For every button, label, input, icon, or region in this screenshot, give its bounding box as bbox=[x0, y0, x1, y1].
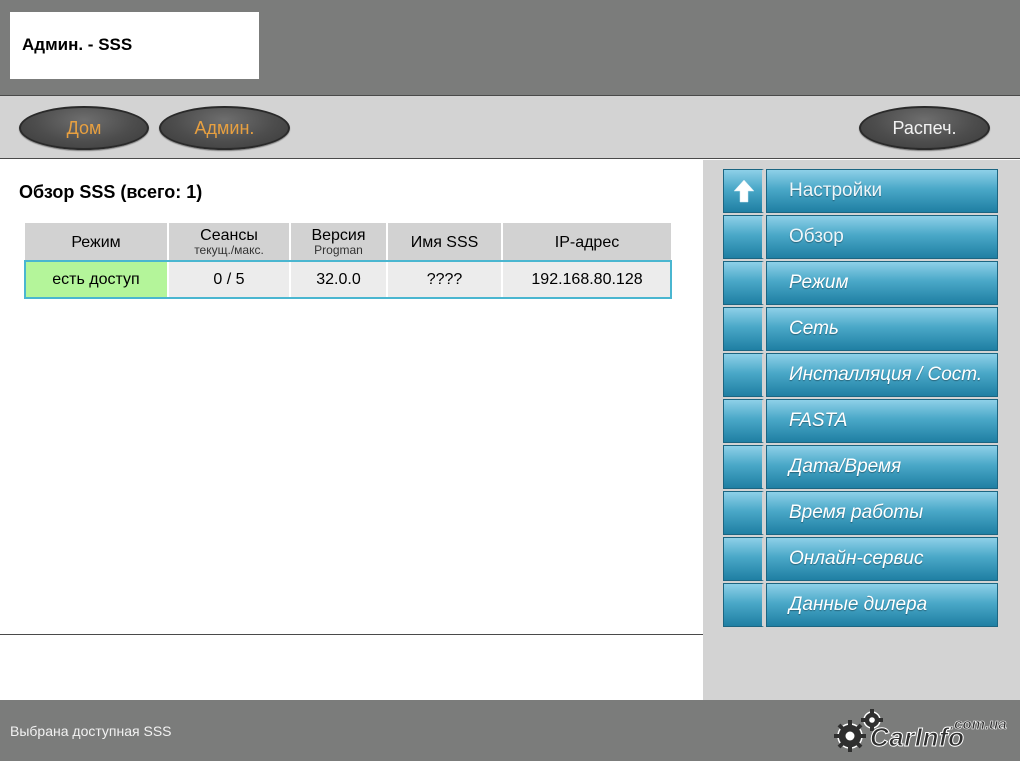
column-header-sessions: Сеансы текущ./макс. bbox=[168, 223, 291, 261]
menu-icon-box[interactable] bbox=[723, 307, 764, 351]
column-header-version: Версия Progman bbox=[290, 223, 388, 261]
page-title: Админ. - SSS bbox=[22, 35, 133, 54]
menu-icon-box[interactable] bbox=[723, 261, 764, 305]
status-bar: Выбрана доступная SSS .com.ua CarInfo bbox=[0, 700, 1020, 761]
status-text: Выбрана доступная SSS bbox=[10, 723, 172, 739]
menu-icon-box[interactable] bbox=[723, 169, 764, 213]
menu-label-settings[interactable]: Настройки bbox=[766, 169, 998, 213]
menu-item-mode[interactable]: Режим bbox=[723, 261, 998, 305]
menu-label-datetime[interactable]: Дата/Время bbox=[766, 445, 998, 489]
menu-label-network[interactable]: Сеть bbox=[766, 307, 998, 351]
menu-icon-box[interactable] bbox=[723, 399, 764, 443]
column-header-label: IP-адрес bbox=[554, 233, 620, 251]
cell-sessions: 0 / 5 bbox=[168, 261, 291, 298]
menu-label-overview[interactable]: Обзор bbox=[766, 215, 998, 259]
column-header-mode: Режим bbox=[25, 223, 169, 261]
menu-label-online-service[interactable]: Онлайн-сервис bbox=[766, 537, 998, 581]
menu-item-online-service[interactable]: Онлайн-сервис bbox=[723, 537, 998, 581]
cell-name: ???? bbox=[387, 261, 503, 298]
table-header-row: Режим Сеансы текущ./макс. Версия Progman… bbox=[25, 223, 671, 261]
column-header-name: Имя SSS bbox=[387, 223, 503, 261]
menu-label-installation[interactable]: Инсталляция / Сост. bbox=[766, 353, 998, 397]
logo-text: CarInfo bbox=[870, 722, 965, 753]
column-header-label: Сеансы bbox=[200, 227, 258, 244]
column-header-label: Версия bbox=[311, 227, 366, 244]
menu-icon-box[interactable] bbox=[723, 537, 764, 581]
column-header-sublabel: Progman bbox=[314, 243, 363, 257]
cell-ip: 192.168.80.128 bbox=[502, 261, 671, 298]
settings-menu: Настройки Обзор Режим Сеть Инсталляция /… bbox=[703, 160, 1020, 700]
nav-bar: Дом Админ. Распеч. bbox=[0, 95, 1020, 159]
menu-label-work-time[interactable]: Время работы bbox=[766, 491, 998, 535]
print-button[interactable]: Распеч. bbox=[859, 106, 990, 150]
table-row[interactable]: есть доступ 0 / 5 32.0.0 ???? 192.168.80… bbox=[24, 260, 672, 299]
admin-button[interactable]: Админ. bbox=[159, 106, 290, 150]
cell-mode: есть доступ bbox=[25, 261, 169, 298]
menu-icon-box[interactable] bbox=[723, 353, 764, 397]
content-divider bbox=[0, 634, 703, 635]
menu-label-mode[interactable]: Режим bbox=[766, 261, 998, 305]
menu-label-fasta[interactable]: FASTA bbox=[766, 399, 998, 443]
cell-version: 32.0.0 bbox=[290, 261, 388, 298]
column-header-ip: IP-адрес bbox=[502, 223, 671, 261]
menu-icon-box[interactable] bbox=[723, 491, 764, 535]
carinfo-logo: .com.ua CarInfo bbox=[832, 706, 1014, 756]
menu-item-work-time[interactable]: Время работы bbox=[723, 491, 998, 535]
main-content: Обзор SSS (всего: 1) Режим Сеансы текущ.… bbox=[0, 160, 703, 635]
menu-item-overview[interactable]: Обзор bbox=[723, 215, 998, 259]
overview-heading: Обзор SSS (всего: 1) bbox=[19, 182, 203, 202]
menu-icon-box[interactable] bbox=[723, 445, 764, 489]
menu-icon-box[interactable] bbox=[723, 215, 764, 259]
title-box: Админ. - SSS bbox=[10, 12, 259, 79]
menu-item-dealer-data[interactable]: Данные дилера bbox=[723, 583, 998, 627]
column-header-label: Режим bbox=[71, 233, 121, 251]
title-bar: Админ. - SSS bbox=[0, 0, 1020, 95]
up-arrow-icon bbox=[733, 179, 755, 203]
menu-item-network[interactable]: Сеть bbox=[723, 307, 998, 351]
column-header-sublabel: текущ./макс. bbox=[194, 243, 264, 257]
menu-item-fasta[interactable]: FASTA bbox=[723, 399, 998, 443]
sss-table: Режим Сеансы текущ./макс. Версия Progman… bbox=[24, 223, 672, 299]
menu-item-settings[interactable]: Настройки bbox=[723, 169, 998, 213]
menu-item-installation[interactable]: Инсталляция / Сост. bbox=[723, 353, 998, 397]
menu-item-datetime[interactable]: Дата/Время bbox=[723, 445, 998, 489]
menu-label-dealer-data[interactable]: Данные дилера bbox=[766, 583, 998, 627]
home-button[interactable]: Дом bbox=[19, 106, 149, 150]
menu-icon-box[interactable] bbox=[723, 583, 764, 627]
column-header-label: Имя SSS bbox=[410, 233, 479, 251]
